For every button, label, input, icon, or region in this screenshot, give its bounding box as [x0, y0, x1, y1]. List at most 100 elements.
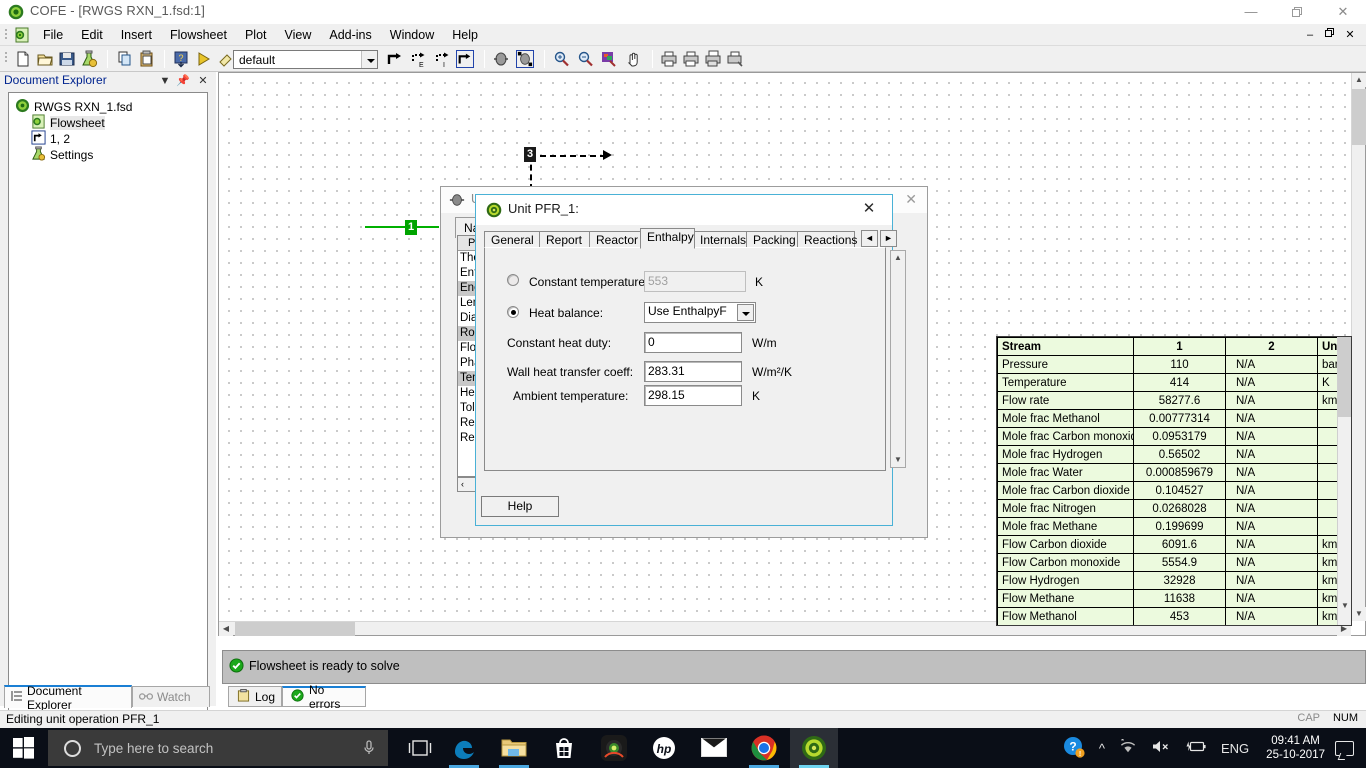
- table-row[interactable]: Flow Hydrogen 32928 N/A kmol: [997, 571, 1351, 590]
- mdi-close-button[interactable]: ✕: [1342, 26, 1358, 44]
- mdi-restore-button[interactable]: [1322, 26, 1338, 44]
- canvas-vertical-scrollbar[interactable]: ▲ ▼: [1351, 73, 1366, 621]
- show-hidden-icons-chevron[interactable]: ^: [1099, 741, 1105, 756]
- menu-item-plot[interactable]: Plot: [236, 24, 276, 46]
- tree-node-streams[interactable]: 1, 2: [31, 130, 70, 147]
- menu-item-flowsheet[interactable]: Flowsheet: [161, 24, 236, 46]
- battery-charging-icon[interactable]: [1185, 740, 1207, 756]
- table-row[interactable]: Mole frac Water 0.000859679 N/A: [997, 463, 1351, 482]
- table-row[interactable]: Mole frac Carbon dioxide 0.104527 N/A: [997, 481, 1351, 500]
- windows-start-icon[interactable]: [0, 728, 48, 768]
- action-center-icon[interactable]: [1335, 740, 1354, 756]
- print-icon[interactable]: [660, 50, 678, 68]
- mail-icon[interactable]: [690, 728, 738, 768]
- table-row[interactable]: Mole frac Methane 0.199699 N/A: [997, 517, 1351, 536]
- print-flowsheet-icon[interactable]: [726, 50, 744, 68]
- chevron-down-icon[interactable]: [361, 51, 377, 68]
- thermo-flask-icon[interactable]: [80, 50, 98, 68]
- cofe-app-icon[interactable]: [790, 728, 838, 768]
- stream-label-1[interactable]: 1: [405, 220, 418, 235]
- close-icon[interactable]: ✕: [196, 74, 210, 88]
- zoom-in-icon[interactable]: [552, 50, 570, 68]
- document-tree[interactable]: RWGS RXN_1.fsd Flowsheet 1, 2 Settings: [8, 92, 208, 726]
- table-row[interactable]: Pressure 110 N/A bar: [997, 355, 1351, 374]
- tab-packing[interactable]: Packing: [746, 231, 799, 248]
- run-play-icon[interactable]: [194, 50, 212, 68]
- tab-reactor[interactable]: Reactor: [589, 231, 644, 248]
- tab-log[interactable]: Log: [228, 686, 282, 707]
- file-explorer-icon[interactable]: [490, 728, 538, 768]
- tab-general[interactable]: General: [484, 231, 541, 248]
- tab-document-explorer[interactable]: Document Explorer: [4, 684, 132, 712]
- tree-node-root[interactable]: RWGS RXN_1.fsd: [15, 98, 132, 115]
- background-dialog-close-icon[interactable]: ✕: [905, 191, 917, 208]
- help-question-icon[interactable]: ? !: [1063, 736, 1085, 761]
- stream-table-scroll-down[interactable]: ▼: [1338, 599, 1351, 613]
- menu-item-edit[interactable]: Edit: [72, 24, 112, 46]
- chrome-browser-icon[interactable]: [740, 728, 788, 768]
- heat-balance-radio[interactable]: [507, 306, 519, 318]
- style-combo[interactable]: default: [233, 50, 378, 69]
- tree-node-settings[interactable]: Settings: [31, 146, 93, 163]
- window-minimize-button[interactable]: —: [1228, 0, 1274, 24]
- save-disk-icon[interactable]: [58, 50, 76, 68]
- scroll-down-arrow[interactable]: ▼: [891, 453, 905, 467]
- window-close-button[interactable]: ✕: [1320, 0, 1366, 24]
- table-row[interactable]: Temperature 414 N/A K: [997, 373, 1351, 392]
- insert-stream-icon[interactable]: [456, 50, 474, 68]
- taskbar-clock[interactable]: 09:41 AM 25-10-2017: [1266, 734, 1325, 762]
- table-row[interactable]: Flow rate 58277.6 N/A kmol: [997, 391, 1351, 410]
- radio-indicator[interactable]: [507, 274, 519, 286]
- stream-table-scroll-thumb[interactable]: [1338, 337, 1351, 417]
- chevron-down-icon[interactable]: [737, 304, 754, 321]
- hp-logo-icon[interactable]: hp: [640, 728, 688, 768]
- tree-node-flowsheet[interactable]: Flowsheet: [31, 114, 105, 131]
- mdi-minimize-button[interactable]: –: [1302, 26, 1318, 44]
- tab-scroll-prev-button[interactable]: ◄: [861, 230, 878, 247]
- check-validate-icon[interactable]: ?: [172, 50, 190, 68]
- ambient-temperature-input[interactable]: 298.15: [644, 385, 742, 406]
- microphone-icon[interactable]: [362, 740, 376, 759]
- microsoft-store-icon[interactable]: [540, 728, 588, 768]
- table-row[interactable]: Mole frac Hydrogen 0.56502 N/A: [997, 445, 1351, 464]
- volume-muted-icon[interactable]: [1151, 739, 1171, 757]
- pan-hand-icon[interactable]: [624, 50, 642, 68]
- zoom-fit-icon[interactable]: [600, 50, 618, 68]
- tab-reactions[interactable]: Reactions: [797, 231, 857, 248]
- eraser-icon[interactable]: [216, 50, 234, 68]
- window-maximize-button[interactable]: [1274, 0, 1320, 24]
- background-dialog-vertical-scrollbar[interactable]: ▲ ▼: [890, 250, 906, 468]
- import-stream-icon[interactable]: I: [434, 50, 452, 69]
- menu-item-view[interactable]: View: [276, 24, 321, 46]
- table-row[interactable]: Flow Methanol 453 N/A kmol: [997, 607, 1351, 625]
- table-row[interactable]: Flow Carbon dioxide 6091.6 N/A kmol: [997, 535, 1351, 554]
- cortana-circle-icon[interactable]: [64, 739, 81, 757]
- new-document-icon[interactable]: [14, 50, 32, 68]
- pin-icon[interactable]: 📌: [176, 74, 190, 88]
- edge-browser-icon[interactable]: [440, 728, 488, 768]
- table-row[interactable]: Mole frac Carbon monoxide 0.0953179 N/A: [997, 427, 1351, 446]
- export-stream-icon[interactable]: E: [410, 50, 428, 69]
- table-row[interactable]: Flow Methane 11638 N/A kmol: [997, 589, 1351, 608]
- unit-op-selected-icon[interactable]: [516, 50, 534, 68]
- canvas-hscroll-thumb[interactable]: [235, 622, 355, 636]
- unit-op-icon[interactable]: [492, 50, 510, 68]
- zoom-out-icon[interactable]: [576, 50, 594, 68]
- menu-item-insert[interactable]: Insert: [112, 24, 161, 46]
- tab-internals[interactable]: Internals: [693, 231, 748, 248]
- table-row[interactable]: Flow Carbon monoxide 5554.9 N/A kmol: [997, 553, 1351, 572]
- open-folder-icon[interactable]: [36, 50, 54, 68]
- print-preview-icon[interactable]: [682, 50, 700, 68]
- stream-1-line[interactable]: [365, 226, 439, 228]
- stream-results-table[interactable]: Stream 1 2 Unit Pressure 110 N/A bar Tempera…: [996, 336, 1352, 626]
- stream-connect-icon[interactable]: [386, 50, 404, 68]
- tab-no-errors[interactable]: No errors: [282, 683, 366, 711]
- tab-scroll-next-button[interactable]: ►: [880, 230, 897, 247]
- search-input[interactable]: Type here to search: [48, 730, 388, 766]
- menu-item-window[interactable]: Window: [381, 24, 443, 46]
- language-indicator[interactable]: ENG: [1221, 741, 1249, 756]
- table-row[interactable]: Mole frac Nitrogen 0.0268028 N/A: [997, 499, 1351, 518]
- scroll-left-arrow[interactable]: ◀: [219, 622, 233, 636]
- heat-balance-combo[interactable]: Use EnthalpyF: [644, 302, 756, 323]
- canvas-vscroll-thumb[interactable]: [1352, 89, 1366, 145]
